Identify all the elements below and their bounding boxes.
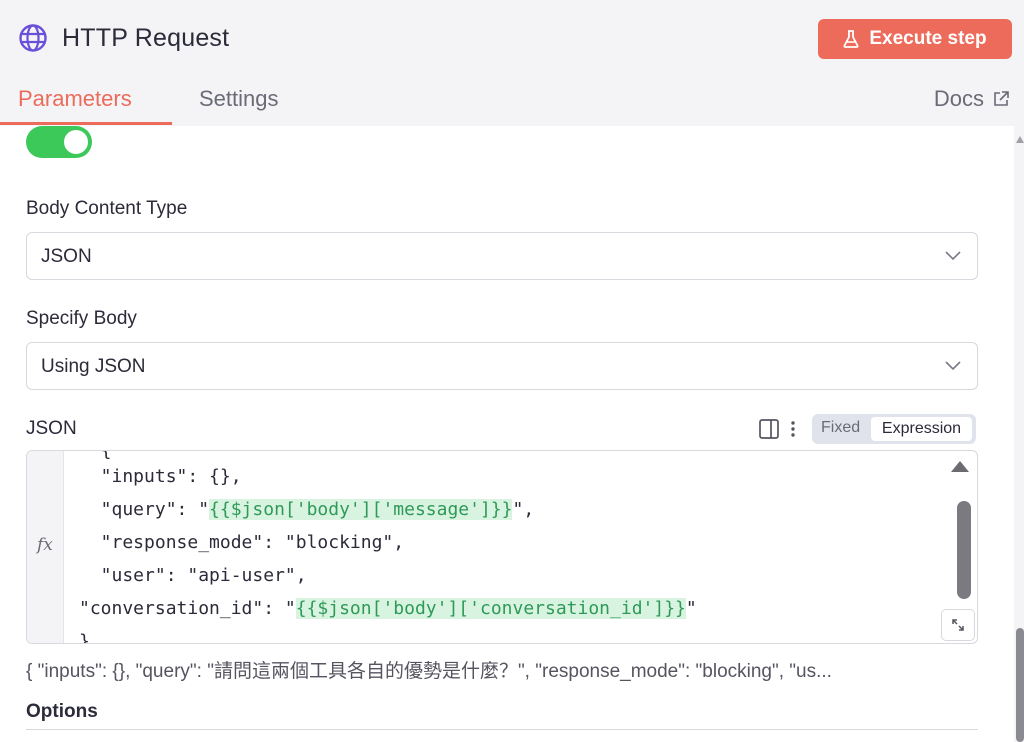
editor-gutter: fx bbox=[27, 451, 64, 643]
tab-bar: Parameters Settings Docs bbox=[0, 80, 1024, 126]
fx-icon: fx bbox=[37, 535, 53, 555]
specify-body-label: Specify Body bbox=[26, 308, 137, 329]
parameters-panel: Body Content Type JSON Specify Body Usin… bbox=[0, 126, 1012, 742]
mode-fixed[interactable]: Fixed bbox=[821, 419, 860, 437]
execute-step-label: Execute step bbox=[869, 28, 987, 49]
tab-parameters[interactable]: Parameters bbox=[18, 86, 132, 112]
expand-editor-button[interactable] bbox=[941, 609, 975, 641]
side-panel-icon[interactable] bbox=[758, 418, 780, 440]
external-link-icon bbox=[994, 91, 1009, 106]
toggle-knob bbox=[64, 130, 88, 154]
expression-highlight: {{$json['body']['message']}} bbox=[209, 499, 513, 520]
body-content-type-label: Body Content Type bbox=[26, 198, 188, 219]
code-text: { bbox=[79, 450, 112, 461]
code-line: "conversation_id": "{{$json['body']['con… bbox=[79, 597, 697, 621]
code-text: "conversation_id": " bbox=[79, 598, 296, 619]
options-label: Options bbox=[26, 701, 98, 722]
node-title: HTTP Request bbox=[62, 23, 230, 52]
execute-step-button[interactable]: Execute step bbox=[818, 19, 1012, 59]
code-text: ", bbox=[512, 499, 535, 520]
expression-result-preview: { "inputs": {}, "query": "請問這兩個工具各自的優勢是什… bbox=[26, 661, 832, 682]
code-text: } bbox=[79, 631, 90, 644]
chevron-down-icon bbox=[945, 361, 961, 371]
code-line: "response_mode": "blocking", bbox=[79, 531, 404, 555]
code-text: "user": "api-user", bbox=[79, 565, 307, 586]
code-line: "inputs": {}, bbox=[79, 465, 242, 489]
code-text: "response_mode": "blocking", bbox=[79, 532, 405, 553]
options-divider bbox=[26, 729, 978, 730]
body-content-type-value: JSON bbox=[41, 246, 92, 267]
docs-label: Docs bbox=[933, 86, 984, 111]
tab-settings[interactable]: Settings bbox=[199, 86, 279, 112]
docs-link[interactable]: Docs bbox=[934, 86, 1010, 112]
send-body-toggle[interactable] bbox=[26, 126, 92, 158]
json-expression-editor[interactable]: fx { "inputs": {}, "query": "{{$json['bo… bbox=[26, 450, 978, 644]
scroll-up-arrow-icon[interactable] bbox=[1016, 136, 1024, 143]
body-content-type-select[interactable]: JSON bbox=[26, 232, 978, 280]
code-text: "query": " bbox=[79, 499, 210, 520]
specify-body-value: Using JSON bbox=[41, 356, 146, 377]
code-text: " bbox=[685, 598, 697, 619]
active-tab-indicator bbox=[0, 122, 172, 125]
more-options-icon[interactable] bbox=[788, 419, 798, 439]
json-field-tools: Fixed Expression bbox=[758, 414, 976, 444]
flask-icon bbox=[843, 30, 859, 48]
globe-icon bbox=[19, 24, 47, 52]
specify-body-select[interactable]: Using JSON bbox=[26, 342, 978, 390]
code-text: "inputs": {}, bbox=[79, 466, 242, 487]
page-scrollbar-thumb[interactable] bbox=[1016, 628, 1024, 742]
node-header: HTTP Request Execute step Parameters Set… bbox=[0, 0, 1024, 126]
editor-scroll-up-icon[interactable] bbox=[951, 461, 969, 472]
code-line: { bbox=[79, 450, 112, 463]
title-row: HTTP Request bbox=[18, 18, 229, 58]
code-line: "user": "api-user", bbox=[79, 564, 307, 588]
code-line: } bbox=[79, 630, 90, 644]
fixed-expression-toggle: Fixed Expression bbox=[812, 414, 976, 444]
chevron-down-icon bbox=[945, 251, 961, 261]
expression-highlight: {{$json['body']['conversation_id']}} bbox=[295, 598, 686, 619]
code-line: "query": "{{$json['body']['message']}}", bbox=[79, 498, 534, 522]
expand-icon bbox=[952, 619, 964, 631]
editor-scrollbar-thumb[interactable] bbox=[957, 501, 971, 599]
mode-expression[interactable]: Expression bbox=[871, 417, 972, 441]
json-label: JSON bbox=[26, 418, 77, 439]
